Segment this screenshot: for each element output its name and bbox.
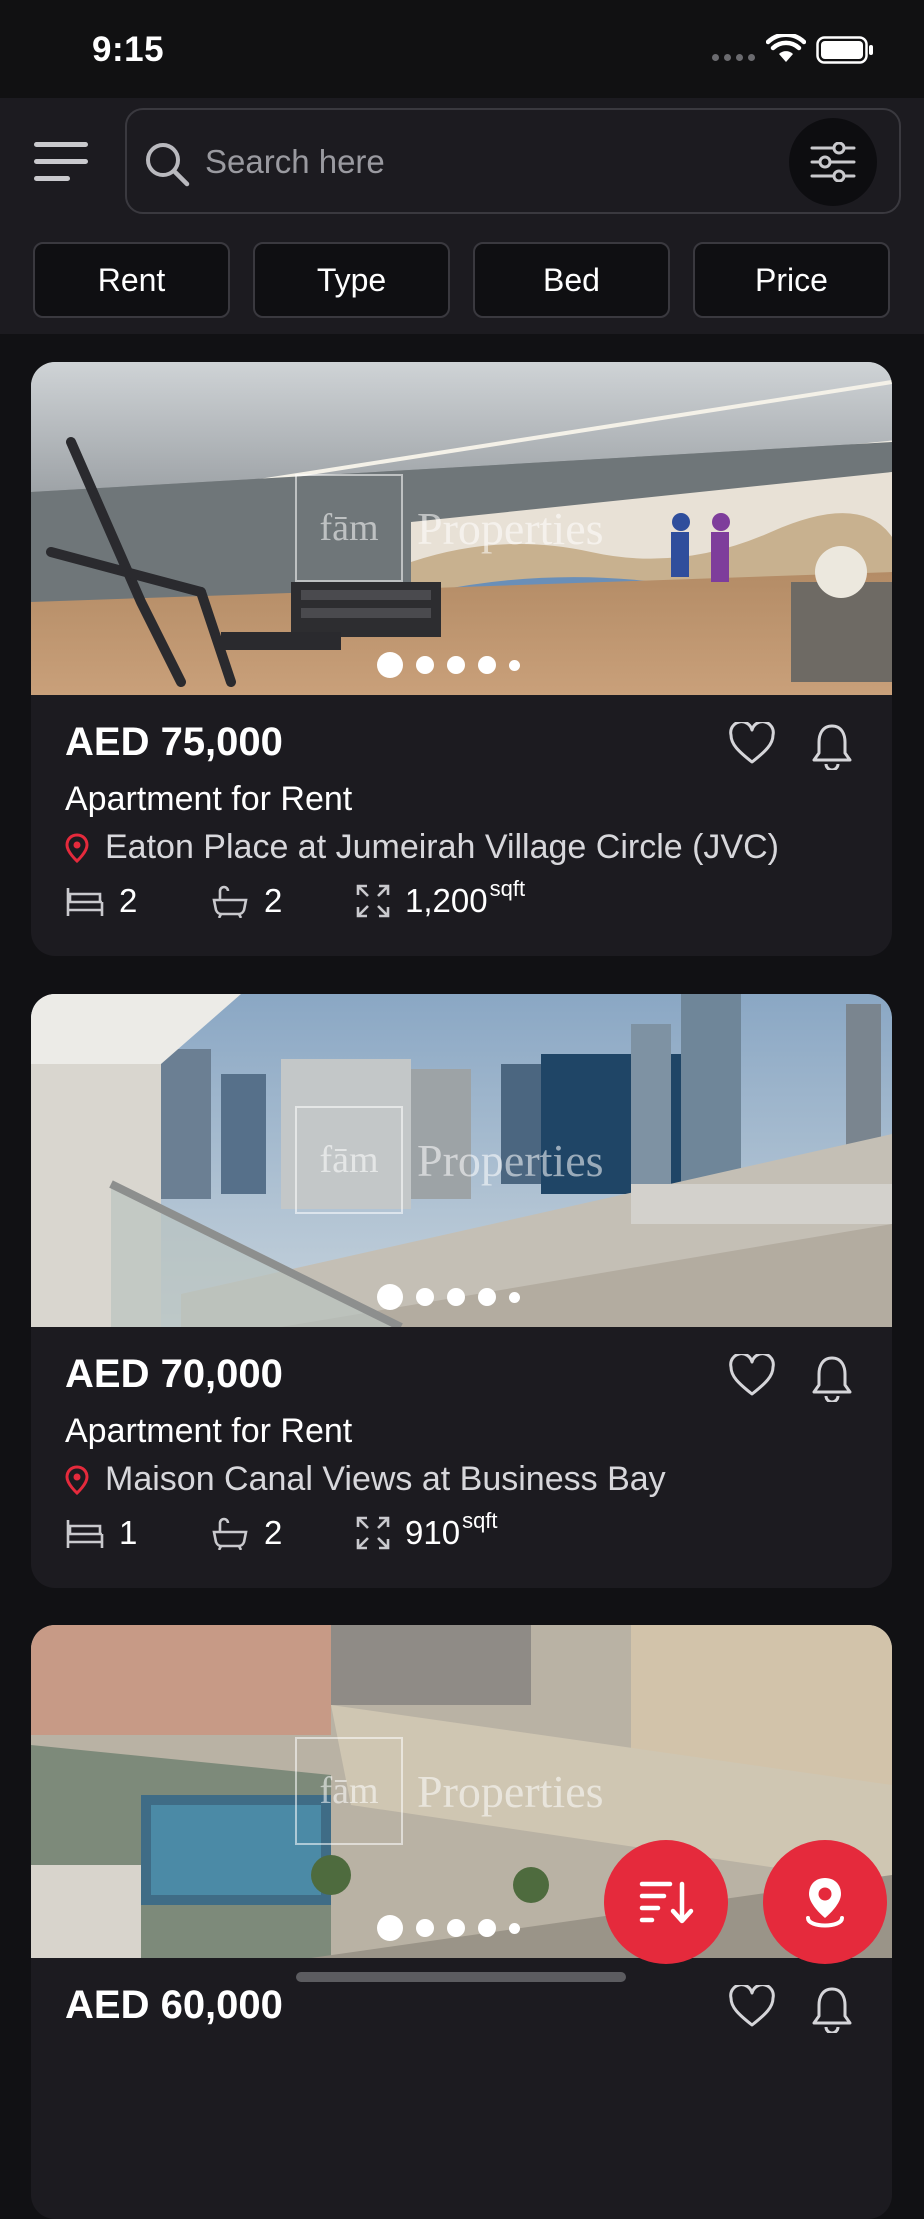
sort-icon: [639, 1881, 694, 1924]
pager-dot[interactable]: [478, 1919, 496, 1937]
pager-dot[interactable]: [478, 1288, 496, 1306]
listing-type: Apartment for Rent: [65, 1412, 353, 1450]
spec-baths: 2: [210, 882, 355, 920]
pager-dot[interactable]: [447, 1288, 465, 1306]
pager-dot-active[interactable]: [377, 1284, 403, 1310]
sort-button[interactable]: [604, 1840, 728, 1964]
area-value: 910: [405, 1514, 461, 1551]
listing-photo[interactable]: fām Properties: [31, 362, 892, 695]
spec-baths: 2: [210, 1514, 355, 1552]
watermark: fām Properties: [295, 474, 604, 582]
menu-icon[interactable]: [32, 140, 92, 184]
photo-pager: [377, 1284, 520, 1310]
spec-area: 910 sqft: [355, 1508, 498, 1552]
map-view-button[interactable]: [763, 1840, 887, 1964]
search-bar[interactable]: [125, 108, 901, 214]
filter-chip-bed[interactable]: Bed: [473, 242, 670, 318]
location-text: Maison Canal Views at Business Bay: [105, 1460, 666, 1498]
pager-dot[interactable]: [478, 656, 496, 674]
listing-price: AED 60,000: [65, 1983, 283, 2027]
pager-dot[interactable]: [509, 1291, 520, 1303]
listing-card[interactable]: fām Properties AED 75,000 Apartment for …: [31, 362, 892, 956]
area-icon: [356, 1516, 390, 1550]
pager-dot-active[interactable]: [377, 652, 403, 678]
location-text: Eaton Place at Jumeirah Village Circle (…: [105, 828, 779, 866]
home-indicator: [296, 1972, 626, 1982]
listing-photo[interactable]: fām Properties: [31, 994, 892, 1327]
watermark-logo: fām: [295, 1106, 403, 1214]
search-icon: [146, 143, 190, 187]
status-time: 9:15: [92, 30, 165, 69]
watermark-text: Properties: [417, 502, 604, 554]
listing-price: AED 75,000: [65, 720, 283, 764]
baths-count: 2: [264, 1514, 283, 1551]
listing-type: Apartment for Rent: [65, 780, 353, 818]
bathtub-icon: [212, 885, 248, 918]
spec-beds: 1: [65, 1514, 210, 1552]
filter-chip-rent[interactable]: Rent: [33, 242, 230, 318]
pager-dot[interactable]: [509, 1922, 520, 1934]
heart-icon[interactable]: [728, 722, 776, 766]
beds-count: 2: [119, 882, 138, 919]
listing-price: AED 70,000: [65, 1352, 283, 1396]
listing-specs: 2 2 1,200 sqft: [65, 876, 525, 920]
bell-icon[interactable]: [810, 1985, 854, 2033]
signal-icon: [712, 54, 755, 61]
beds-count: 1: [119, 1514, 138, 1551]
search-input[interactable]: [205, 134, 725, 190]
filter-chip-type[interactable]: Type: [253, 242, 450, 318]
location-pin-icon: [65, 832, 89, 863]
pager-dot[interactable]: [416, 1288, 434, 1306]
heart-icon[interactable]: [728, 1985, 776, 2029]
listing-location: Maison Canal Views at Business Bay: [65, 1460, 666, 1499]
watermark-logo: fām: [295, 474, 403, 582]
listing-card[interactable]: fām Properties AED 60,000: [31, 1625, 892, 2219]
wifi-icon: [766, 34, 806, 62]
pager-dot[interactable]: [416, 1919, 434, 1937]
spec-area: 1,200 sqft: [355, 876, 525, 920]
pager-dot[interactable]: [416, 656, 434, 674]
watermark-text: Properties: [417, 1134, 604, 1186]
area-unit: sqft: [462, 1508, 498, 1533]
pager-dot[interactable]: [447, 1919, 465, 1937]
pager-dot[interactable]: [447, 656, 465, 674]
bell-icon[interactable]: [810, 1354, 854, 1402]
header: Rent Type Bed Price: [0, 98, 924, 334]
area-value: 1,200: [405, 882, 488, 919]
pager-dot-active[interactable]: [377, 1915, 403, 1941]
sliders-icon: [810, 142, 856, 182]
battery-icon: [816, 36, 873, 64]
bathtub-icon: [212, 1517, 248, 1550]
spec-beds: 2: [65, 882, 210, 920]
watermark: fām Properties: [295, 1106, 604, 1214]
photo-pager: [377, 652, 520, 678]
watermark-text: Properties: [417, 1765, 604, 1817]
listing-location: Eaton Place at Jumeirah Village Circle (…: [65, 828, 779, 867]
filter-chips: Rent Type Bed Price: [33, 242, 890, 318]
listing-specs: 1 2 910 sqft: [65, 1508, 498, 1552]
bell-icon[interactable]: [810, 722, 854, 770]
location-pin-icon: [65, 1464, 89, 1495]
heart-icon[interactable]: [728, 1354, 776, 1398]
pager-dot[interactable]: [509, 659, 520, 671]
area-icon: [356, 884, 390, 918]
watermark: fām Properties: [295, 1737, 604, 1845]
bed-icon: [66, 888, 104, 916]
status-bar: 9:15: [0, 0, 924, 98]
watermark-logo: fām: [295, 1737, 403, 1845]
area-unit: sqft: [489, 876, 526, 901]
filter-chip-price[interactable]: Price: [693, 242, 890, 318]
bed-icon: [66, 1520, 104, 1548]
photo-pager: [377, 1915, 520, 1941]
listing-card[interactable]: fām Properties AED 70,000 Apartment for …: [31, 994, 892, 1588]
filter-settings-button[interactable]: [789, 118, 877, 206]
map-pin-icon: [806, 1878, 844, 1928]
baths-count: 2: [264, 882, 283, 919]
